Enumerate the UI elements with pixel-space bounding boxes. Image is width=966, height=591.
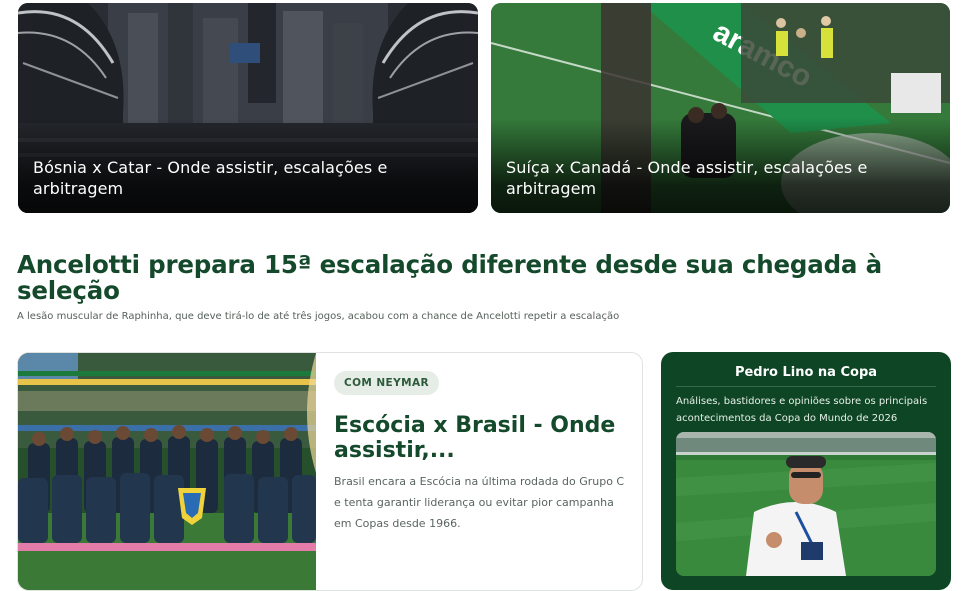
blog-promo-pedro-lino[interactable]: Pedro Lino na Copa Análises, bastidores …: [661, 352, 951, 590]
news-card-bosnia-catar[interactable]: Bósnia x Catar - Onde assistir, escalaçõ…: [18, 3, 478, 213]
article-tag: COM NEYMAR: [334, 371, 439, 395]
article-title[interactable]: Escócia x Brasil - Onde assistir,...: [334, 413, 624, 463]
reporter-photo: [676, 432, 936, 576]
article-description: Brasil encara a Escócia na última rodada…: [334, 475, 625, 530]
article-card-escocia-brasil[interactable]: COM NEYMAR Escócia x Brasil - Onde assis…: [17, 352, 643, 591]
headline-subtitle: A lesão muscular de Raphinha, que deve t…: [17, 311, 620, 322]
page: Bósnia x Catar - Onde assistir, escalaçõ…: [0, 0, 966, 591]
card-title[interactable]: Suíça x Canadá - Onde assistir, escalaçõ…: [506, 157, 910, 199]
main-headline[interactable]: Ancelotti prepara 15ª escalação diferent…: [17, 252, 917, 304]
news-card-suica-canada[interactable]: aramco Suíça x Canadá - Onde assistir, e…: [491, 3, 950, 213]
promo-title[interactable]: Pedro Lino na Copa: [661, 365, 951, 380]
card-title[interactable]: Bósnia x Catar - Onde assistir, escalaçõ…: [33, 157, 438, 199]
promo-divider: [676, 386, 936, 387]
promo-description: Análises, bastidores e opiniões sobre os…: [676, 396, 928, 424]
team-photo-image: [18, 353, 316, 590]
